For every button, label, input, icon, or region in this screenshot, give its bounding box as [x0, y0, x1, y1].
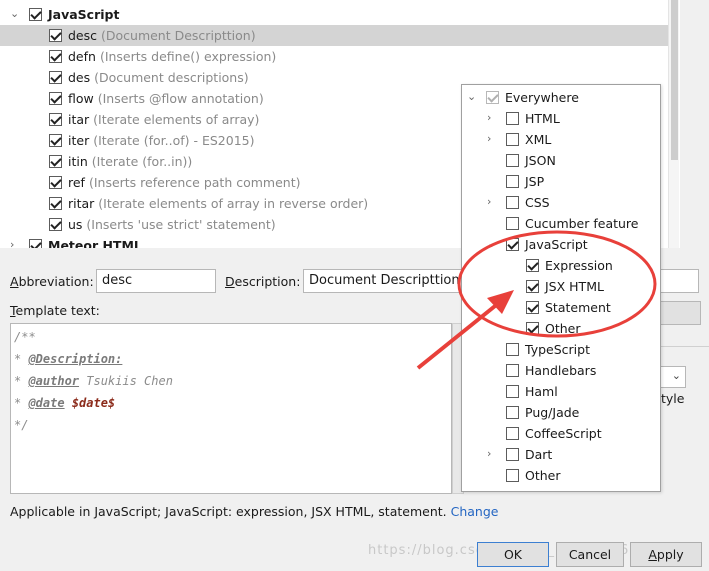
annotation-overlay [416, 230, 657, 370]
annotation-ellipse [457, 230, 657, 338]
annotation-arrow-shaft [416, 300, 502, 370]
